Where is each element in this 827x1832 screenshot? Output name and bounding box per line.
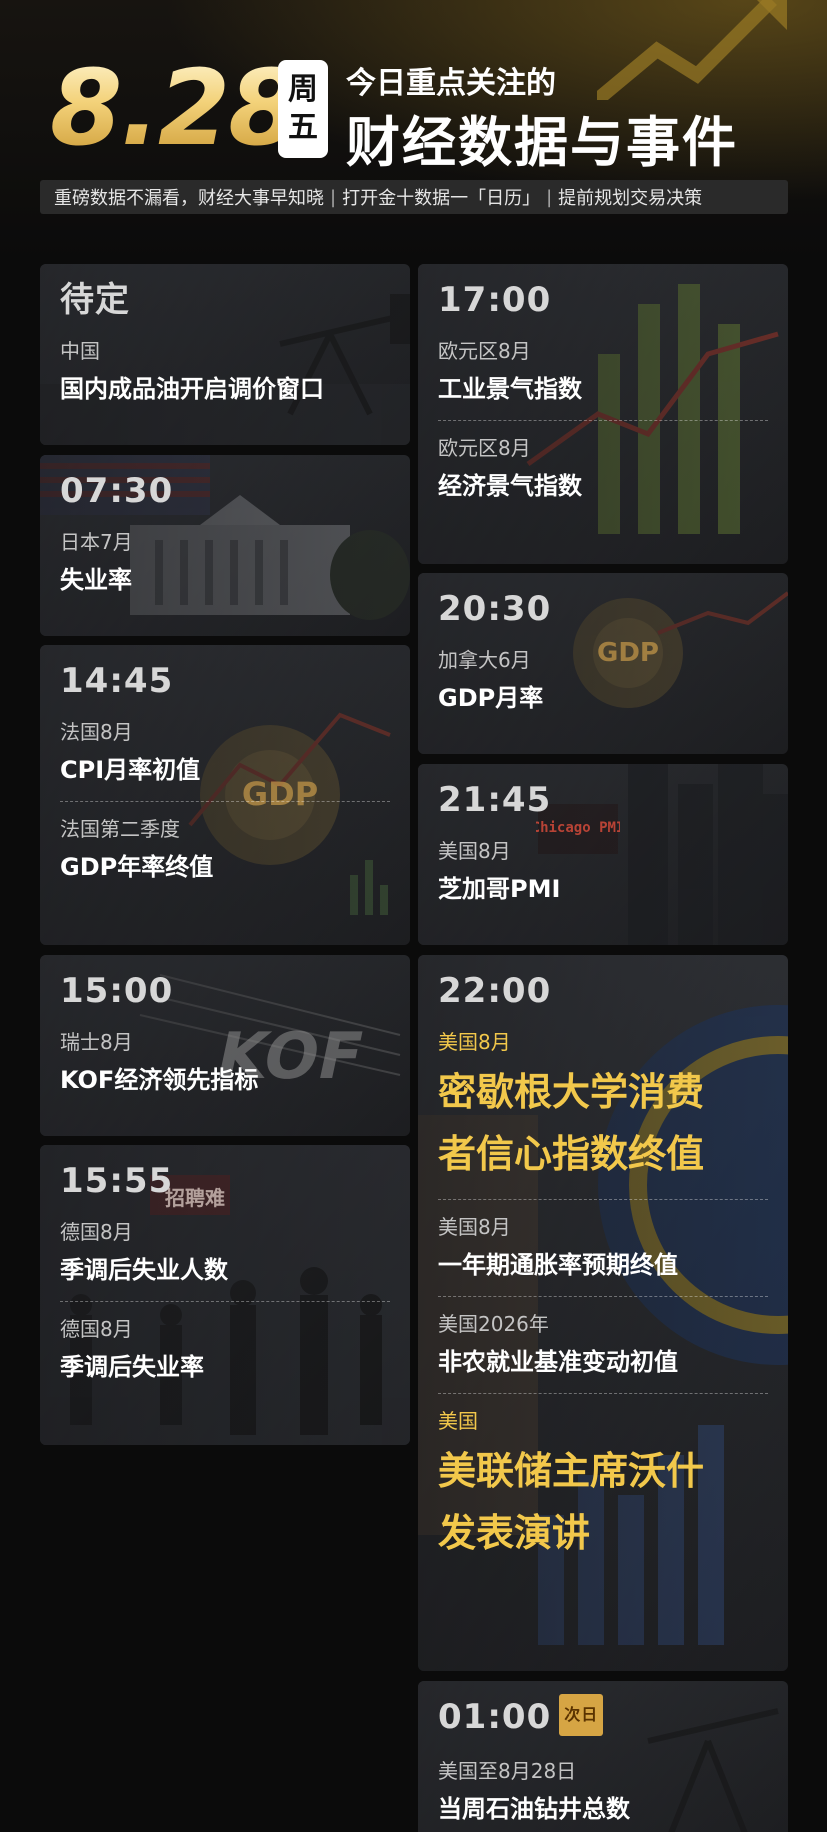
event-region: 美国8月 (438, 839, 511, 863)
event-title: 失业率 (60, 566, 132, 594)
promo-bar: 重磅数据不漏看，财经大事早知晓 | 打开金十数据一「日历」 | 提前规划交易决策 (40, 180, 788, 214)
event-region: 日本7月 (60, 530, 133, 554)
event-title: 季调后失业率 (60, 1353, 204, 1381)
header-subtitle: 今日重点关注的 (346, 66, 556, 101)
event-card-2030[interactable]: GDP 20:30 加拿大6月 GDP月率 (418, 573, 788, 754)
page-header: 8.28 周 五 今日重点关注的 财经数据与事件 (50, 47, 790, 174)
event-region: 瑞士8月 (60, 1030, 133, 1054)
event-time: 01:00 (438, 1697, 552, 1737)
event-title-line: 者信心指数终值 (438, 1132, 705, 1176)
weekday-badge: 周 五 (278, 60, 328, 158)
divider (438, 1199, 768, 1200)
event-card-1555[interactable]: 招聘难 15:55 德国8月 季调后失业人数 德国8月 季调后失业率 (40, 1145, 410, 1445)
promo-text-2: 打开金十数据一「日历」 (342, 188, 541, 209)
event-region: 美国8月 (438, 1215, 511, 1239)
event-card-0100-next-day[interactable]: 01:00 次日 美国至8月28日 当周石油钻井总数 (418, 1681, 788, 1832)
date-title: 8.28 (50, 47, 301, 169)
event-region: 美国2026年 (438, 1312, 549, 1336)
event-title: 工业景气指数 (438, 375, 582, 403)
divider (60, 801, 390, 802)
next-day-badge: 次日 (559, 1693, 604, 1736)
promo-text-3: 提前规划交易决策 (558, 188, 703, 209)
weekday-char-2: 五 (288, 110, 318, 145)
event-card-pending[interactable]: 待定 中国 国内成品油开启调价窗口 (40, 264, 410, 445)
divider (438, 1296, 768, 1297)
header-title: 财经数据与事件 (346, 111, 738, 174)
event-region: 欧元区8月 (438, 339, 531, 363)
divider (60, 1301, 390, 1302)
event-time: 15:55 (60, 1161, 174, 1201)
divider (438, 1393, 768, 1394)
event-region: 美国至8月28日 (438, 1758, 577, 1783)
event-card-2145[interactable]: Chicago PMI 21:45 美国8月 芝加哥PMI (418, 764, 788, 945)
event-region: 美国 (438, 1409, 478, 1433)
event-title: 当周石油钻井总数 (438, 1794, 630, 1823)
event-region: 加拿大6月 (438, 648, 531, 672)
event-card-1445[interactable]: GDP 14:45 法国8月 CPI月率初值 法国第二季度 GDP年率终值 (40, 645, 410, 945)
event-region: 欧元区8月 (438, 436, 531, 460)
event-time: 15:00 (60, 971, 174, 1011)
event-time: 待定 (60, 280, 130, 320)
event-time: 22:00 (438, 971, 552, 1011)
event-time: 20:30 (438, 589, 552, 629)
event-card-1500[interactable]: KOF 15:00 瑞士8月 KOF经济领先指标 (40, 955, 410, 1136)
weekday-char-1: 周 (288, 72, 318, 107)
event-title: 一年期通胀率预期终值 (438, 1251, 678, 1279)
event-card-2200[interactable]: 22:00 美国8月 密歇根大学消费 者信心指数终值 美国8月 一年期通胀率预期… (418, 955, 788, 1671)
promo-text-1: 重磅数据不漏看，财经大事早知晓 (54, 188, 324, 209)
event-title: 季调后失业人数 (60, 1256, 228, 1284)
promo-separator: | (330, 186, 337, 208)
event-time: 14:45 (60, 661, 174, 701)
event-title: 国内成品油开启调价窗口 (60, 375, 324, 403)
event-title: KOF经济领先指标 (60, 1066, 259, 1094)
event-time: 17:00 (438, 280, 552, 320)
event-title: GDP年率终值 (60, 853, 214, 881)
event-region: 德国8月 (60, 1220, 133, 1244)
event-title: 经济景气指数 (438, 472, 582, 500)
event-region: 德国8月 (60, 1317, 133, 1341)
event-time: 21:45 (438, 780, 552, 820)
event-title-line: 发表演讲 (438, 1511, 591, 1555)
promo-separator: | (546, 186, 553, 208)
event-card-0730[interactable]: 07:30 日本7月 失业率 (40, 455, 410, 636)
divider (438, 420, 768, 421)
event-title: CPI月率初值 (60, 756, 201, 784)
event-card-1700[interactable]: 17:00 欧元区8月 工业景气指数 欧元区8月 经济景气指数 (418, 264, 788, 564)
event-time: 07:30 (60, 471, 174, 511)
event-title: 芝加哥PMI (438, 875, 561, 903)
event-title-line: 美联储主席沃什 (438, 1449, 705, 1493)
event-region: 法国8月 (60, 720, 133, 744)
event-title: 非农就业基准变动初值 (438, 1348, 678, 1376)
event-title-line: 密歇根大学消费 (438, 1070, 705, 1114)
event-region: 法国第二季度 (60, 817, 180, 841)
event-region: 美国8月 (438, 1030, 511, 1054)
event-time-row: 01:00 次日 (438, 1693, 788, 1740)
event-region: 中国 (60, 339, 100, 363)
event-title: GDP月率 (438, 684, 544, 712)
